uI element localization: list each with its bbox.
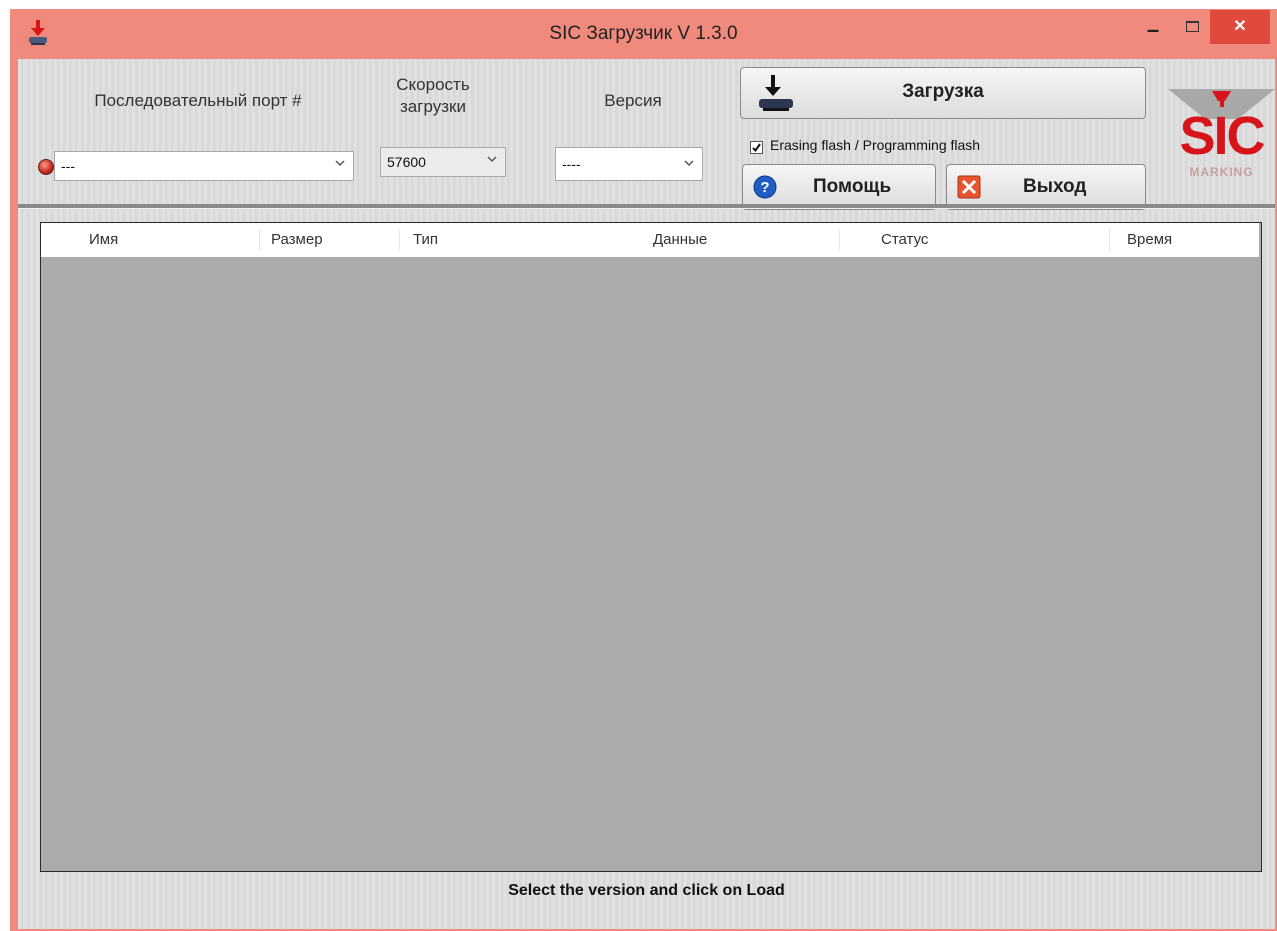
column-header-data[interactable]: Данные [653,231,707,248]
port-select-value: --- [61,158,75,174]
maximize-button[interactable] [1174,15,1208,41]
grid-header: Имя Размер Тип Данные Статус Время [41,223,1259,257]
checkmark-icon [752,143,761,153]
logo-subtitle: MARKING [1189,165,1254,179]
speed-label-line2: загрузки [400,97,466,116]
toolbar-separator [18,204,1275,209]
maximize-icon [1186,21,1199,32]
window-title: SIC Загрузчик V 1.3.0 [549,23,738,44]
column-header-status[interactable]: Статус [881,231,928,248]
dropdown-arrow-icon [487,156,497,163]
help-button-label: Помощь [813,176,892,197]
client-area: Последовательный порт # Скорость загрузк… [18,59,1275,929]
speed-select-value: 57600 [387,154,426,170]
column-divider [1109,229,1110,251]
version-label: Версия [604,91,662,110]
version-select-value: ---- [562,156,581,172]
exit-button-label: Выход [1023,176,1087,197]
title-bar[interactable]: SIC Загрузчик V 1.3.0 – ✕ [10,9,1277,59]
svg-text:?: ? [760,179,769,196]
status-led-icon [38,159,54,175]
load-button-label: Загрузка [902,81,984,102]
file-list-grid[interactable]: Имя Размер Тип Данные Статус Время [40,222,1262,872]
port-select[interactable]: --- [54,151,354,181]
column-header-type[interactable]: Тип [413,231,438,248]
dropdown-arrow-icon [335,160,345,167]
speed-select[interactable]: 57600 [380,147,506,177]
version-select[interactable]: ---- [555,147,703,181]
speed-label-line1: Скорость [396,75,470,94]
erase-flash-checkbox[interactable] [750,141,763,154]
help-icon: ? [753,175,777,199]
exit-icon [957,175,981,199]
dropdown-arrow-icon [684,160,694,167]
column-header-name[interactable]: Имя [89,231,118,248]
logo-letters: SIC [1179,106,1265,166]
column-divider [259,229,260,251]
app-window: SIC Загрузчик V 1.3.0 – ✕ Последовательн… [10,9,1277,931]
sic-marking-logo: SIC MARKING [1168,79,1275,189]
close-button[interactable]: ✕ [1210,10,1270,44]
column-header-time[interactable]: Время [1127,231,1172,248]
column-divider [399,229,400,251]
column-header-size[interactable]: Размер [271,231,323,248]
port-label: Последовательный порт # [94,91,302,110]
status-message: Select the version and click on Load [508,882,785,899]
load-button[interactable]: Загрузка [740,67,1146,119]
erase-flash-label: Erasing flash / Programming flash [770,137,981,153]
column-divider [839,229,840,251]
minimize-button[interactable]: – [1136,15,1170,42]
